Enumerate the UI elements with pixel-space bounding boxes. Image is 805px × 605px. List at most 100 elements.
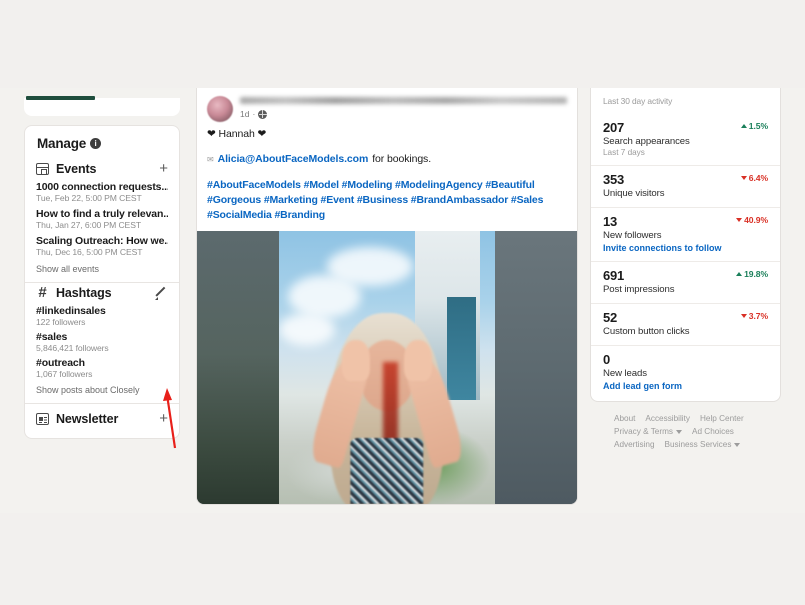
hashtags-section-header: # Hashtags (25, 283, 179, 305)
event-title: How to find a truly relevan... (36, 208, 168, 220)
hashtag-name: #outreach (36, 357, 85, 369)
list-item[interactable]: #linkedinsales 122 followers (25, 305, 179, 331)
metric-note: Last 7 days (603, 148, 645, 157)
footer-link-accessibility[interactable]: Accessibility (645, 414, 690, 423)
author-headline-redacted (240, 97, 567, 104)
metric-label: Search appearances (603, 136, 690, 147)
post-hashtags: #AboutFaceModels #Model #Modeling #Model… (207, 178, 567, 223)
list-item[interactable]: 1000 connection requests... Tue, Feb 22,… (25, 181, 179, 208)
post-contact-suffix: for bookings. (372, 153, 432, 165)
add-newsletter-button[interactable]: + (159, 411, 168, 426)
hashtag-followers: 5,846,421 followers (36, 343, 109, 353)
list-item[interactable]: #sales 5,846,421 followers (25, 331, 179, 357)
person-accent (382, 362, 398, 444)
post-greeting: ❤ Hannah ❤ (207, 128, 267, 140)
event-date: Thu, Dec 16, 5:00 PM CEST (36, 247, 143, 257)
post-header: 1d · (197, 88, 577, 122)
triangle-down-icon (736, 218, 743, 222)
event-date: Tue, Feb 22, 5:00 PM CEST (36, 193, 142, 203)
meta-separator: · (252, 109, 256, 119)
person-garment (350, 438, 424, 504)
events-section-label: Events (56, 162, 97, 176)
post-media-photo (279, 231, 495, 504)
chevron-down-icon (676, 429, 682, 434)
list-item[interactable]: #outreach 1,067 followers (25, 357, 179, 383)
analytics-panel: Last 30 day activity 207 Search appearan… (590, 88, 781, 402)
app-viewport: Manage i Events + 1000 connection reques… (0, 88, 805, 513)
metric-label: New followers (603, 230, 662, 241)
person-hand-right (404, 340, 433, 382)
footer-link-about[interactable]: About (614, 414, 635, 423)
footer-link-label: Privacy & Terms (614, 427, 673, 436)
hashtag-icon: # (38, 284, 47, 301)
metric-label: Custom button clicks (603, 326, 690, 337)
post-card: 1d · ❤ Hannah ❤ ✉ Alicia@AboutFaceModels… (196, 88, 578, 505)
hashtag-followers: 122 followers (36, 317, 86, 327)
metric-label: New leads (603, 368, 647, 379)
status-badge: 19.8% (736, 269, 768, 279)
manage-panel: Manage i Events + 1000 connection reques… (24, 125, 180, 439)
manage-title-text: Manage (37, 136, 87, 151)
decor-cloud (326, 247, 413, 286)
triangle-up-icon (740, 124, 747, 128)
status-badge: 40.9% (736, 215, 768, 225)
post-author-info: 1d · (240, 96, 567, 122)
calendar-icon (36, 163, 49, 175)
site-footer: About Accessibility Help Center Privacy … (590, 402, 781, 449)
footer-link-advertising[interactable]: Advertising (614, 440, 655, 449)
email-link[interactable]: Alicia@AboutFaceModels.com (218, 153, 369, 165)
metric-custom-button-clicks[interactable]: 52 Custom button clicks 3.7% (591, 303, 780, 345)
footer-link-ad-choices[interactable]: Ad Choices (692, 427, 734, 436)
hashtag-line[interactable]: #AboutFaceModels #Model #Modeling #Model… (207, 179, 535, 191)
post-media[interactable] (197, 231, 577, 504)
info-icon[interactable]: i (90, 138, 102, 149)
list-item[interactable]: Scaling Outreach: How we... Thu, Dec 16,… (25, 235, 179, 262)
newsletter-icon (36, 413, 49, 425)
profile-accent-bar (26, 96, 95, 100)
delta-value: 1.5% (748, 121, 768, 131)
hashtag-name: #sales (36, 331, 68, 343)
delta-value: 19.8% (744, 269, 768, 279)
status-badge: 3.7% (740, 311, 768, 321)
hashtag-name: #linkedinsales (36, 305, 106, 317)
triangle-down-icon (740, 176, 747, 180)
footer-link-business-services[interactable]: Business Services (665, 440, 741, 449)
decor-cloud (279, 312, 336, 346)
delta-value: 40.9% (744, 215, 768, 225)
person-hand-left (341, 340, 370, 382)
avatar[interactable] (207, 96, 233, 122)
metric-label: Post impressions (603, 284, 675, 295)
footer-link-help-center[interactable]: Help Center (700, 414, 744, 423)
globe-icon (258, 109, 268, 119)
pencil-icon[interactable] (155, 287, 168, 300)
hashtag-line[interactable]: #Gorgeous #Marketing #Event #Business #B… (207, 194, 543, 206)
decor-doorway (447, 296, 476, 401)
newsletter-section-label: Newsletter (56, 412, 119, 426)
metric-new-leads[interactable]: 0 New leads Add lead gen form (591, 345, 780, 399)
list-item[interactable]: How to find a truly relevan... Thu, Jan … (25, 208, 179, 235)
newsletter-section-header: Newsletter + (25, 404, 179, 436)
show-posts-link[interactable]: Show posts about Closely (25, 383, 179, 403)
metric-value: 0 (603, 352, 611, 367)
metric-unique-visitors[interactable]: 353 Unique visitors 6.4% (591, 165, 780, 207)
hashtag-line[interactable]: #SocialMedia #Branding (207, 209, 325, 221)
envelope-icon: ✉ (207, 154, 214, 164)
hashtags-section-label: Hashtags (56, 286, 112, 300)
show-all-events-link[interactable]: Show all events (25, 262, 179, 282)
invite-connections-link[interactable]: Invite connections to follow (603, 243, 768, 253)
footer-link-label: Business Services (664, 440, 732, 449)
media-letterbox-left (197, 231, 279, 504)
footer-link-privacy-terms[interactable]: Privacy & Terms (614, 427, 682, 436)
metric-new-followers[interactable]: 13 New followers Invite connections to f… (591, 207, 780, 261)
add-event-button[interactable]: + (159, 161, 168, 176)
add-lead-gen-form-link[interactable]: Add lead gen form (603, 381, 768, 391)
status-badge: 1.5% (740, 121, 768, 131)
event-date: Thu, Jan 27, 6:00 PM CEST (36, 220, 141, 230)
analytics-subtitle: Last 30 day activity (603, 96, 673, 106)
post-meta: 1d · (240, 109, 567, 119)
delta-value: 3.7% (748, 311, 768, 321)
metric-search-appearances[interactable]: 207 Search appearances Last 7 days 1.5% (591, 114, 780, 165)
metric-post-impressions[interactable]: 691 Post impressions 19.8% (591, 261, 780, 303)
manage-title: Manage i (25, 136, 179, 159)
event-title: 1000 connection requests... (36, 181, 168, 193)
